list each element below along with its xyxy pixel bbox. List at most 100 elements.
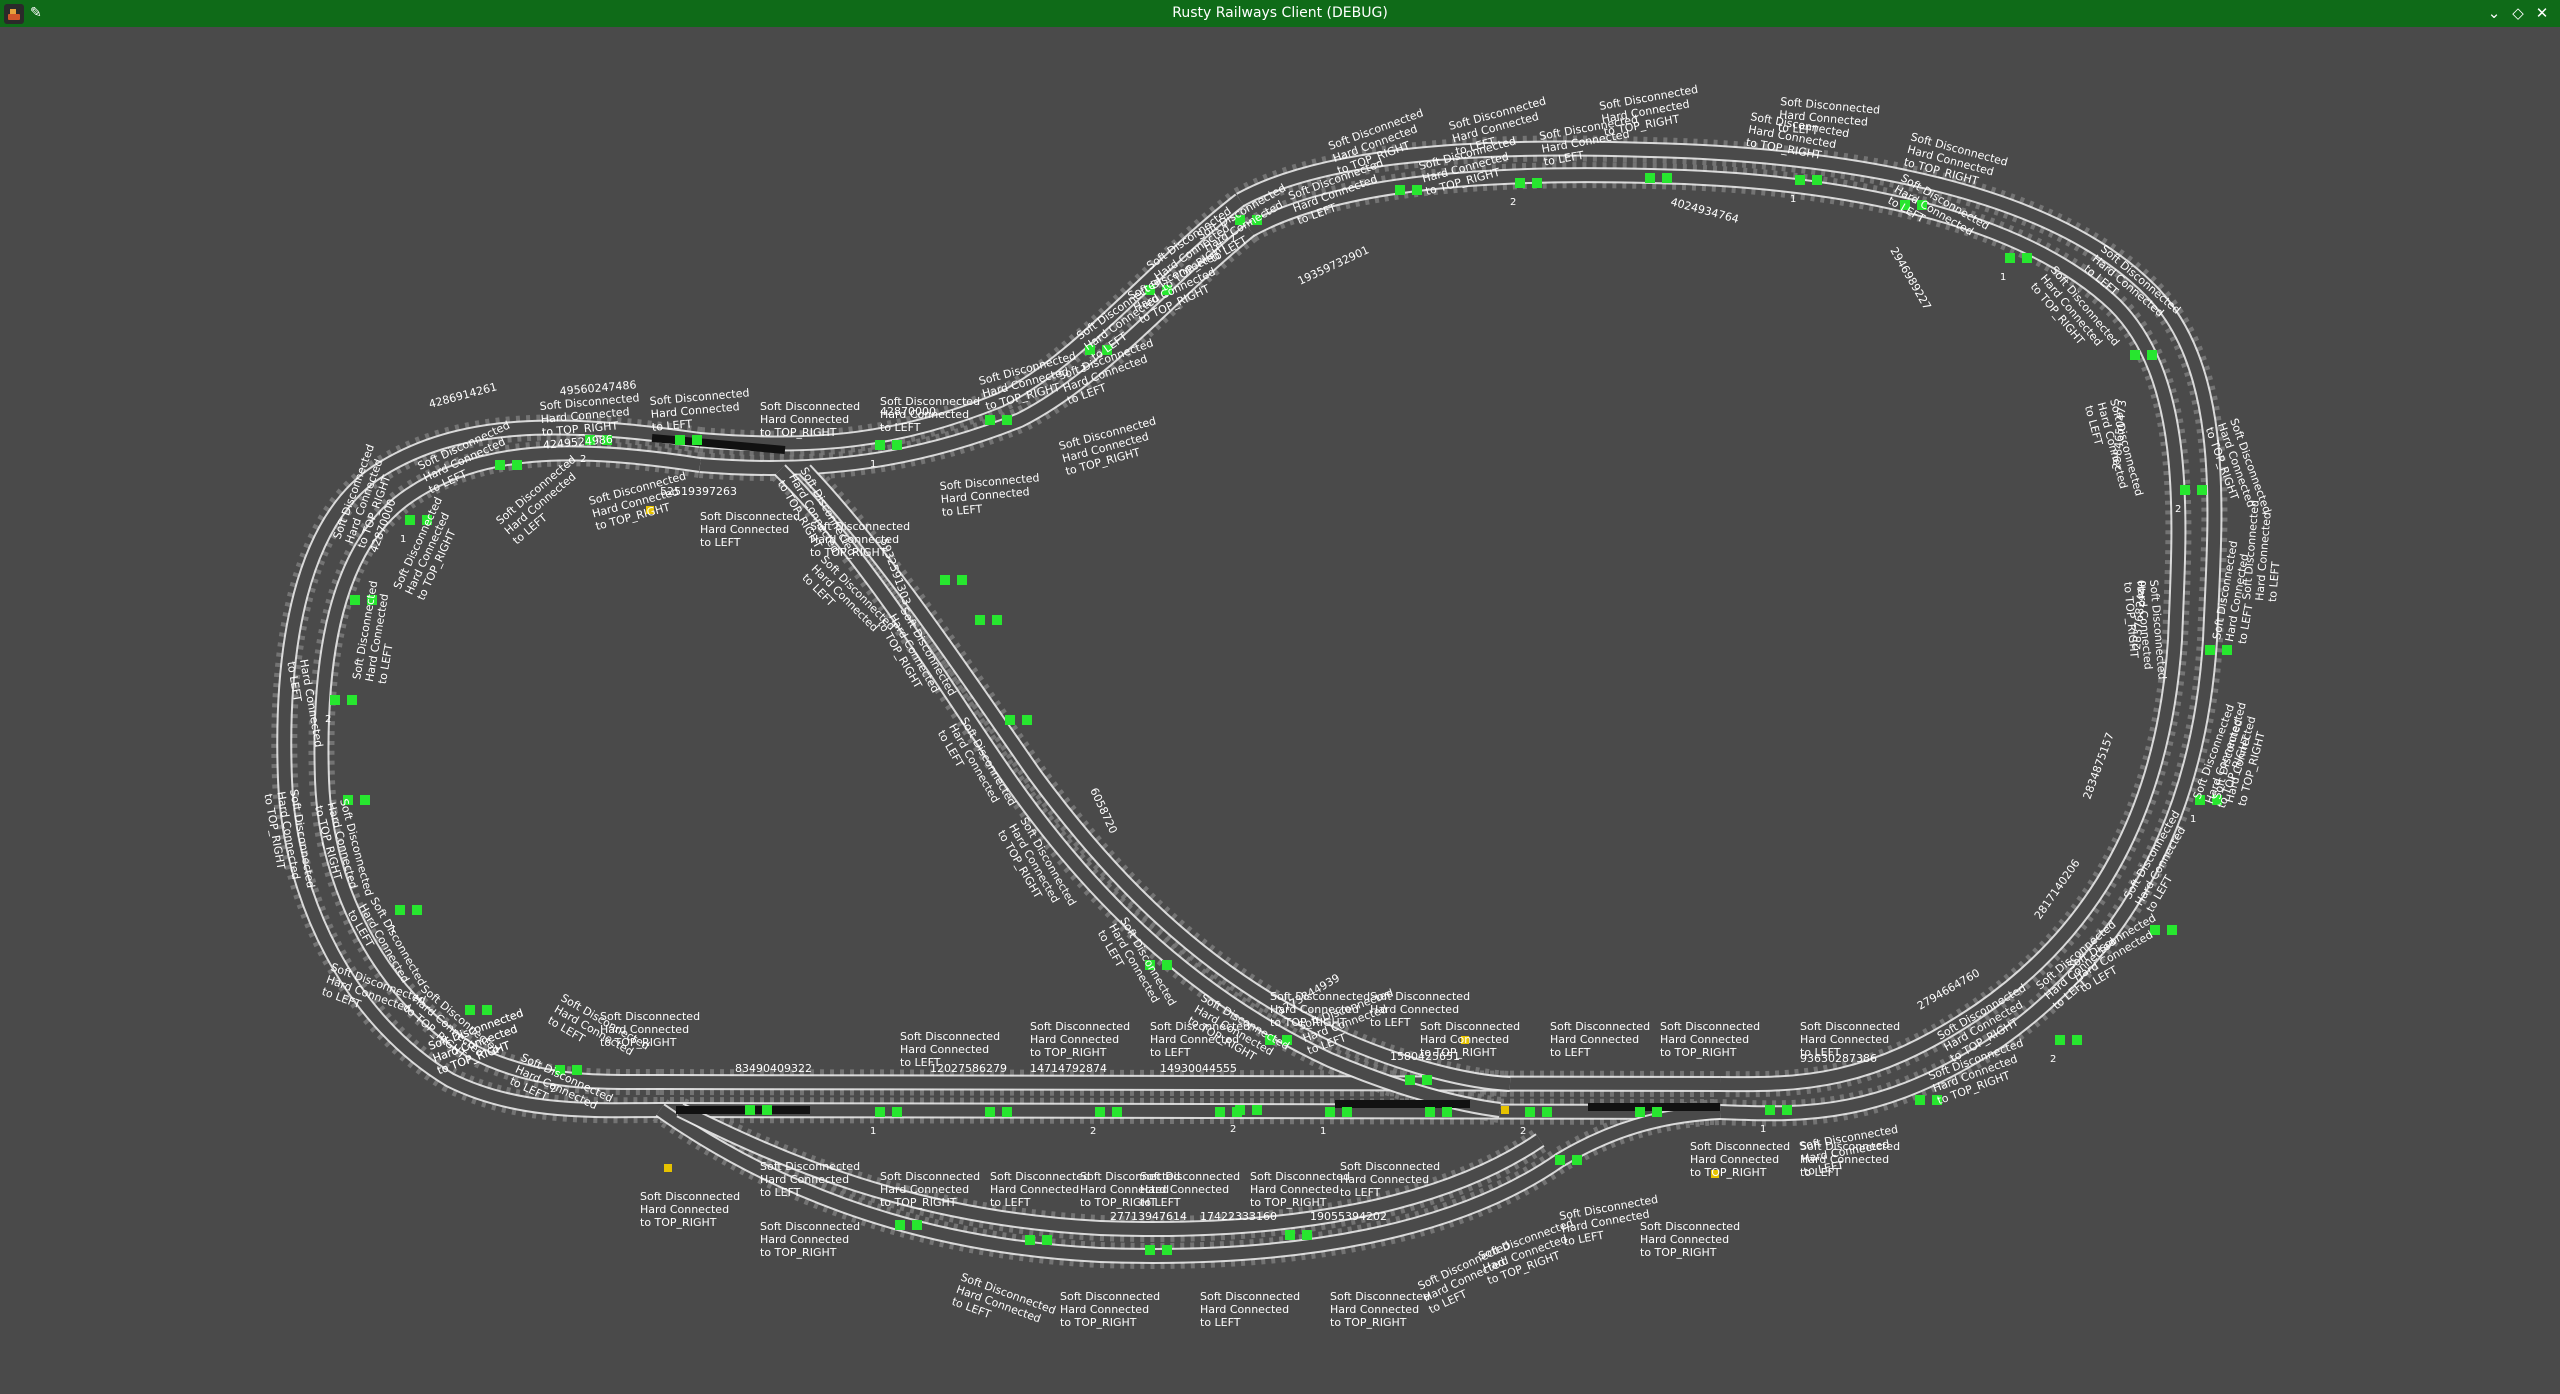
close-button[interactable]: ✕ xyxy=(2532,3,2552,23)
track-number-16: 1 xyxy=(1230,234,1236,245)
track-number-17: 2 xyxy=(1510,197,1516,208)
signal-pair-8 xyxy=(1782,1105,1792,1115)
signal-13 xyxy=(1215,1107,1225,1117)
connection-label-line: to LEFT xyxy=(1150,1046,1191,1059)
chevron-down-icon: ⌄ xyxy=(2487,4,2501,22)
window-titlebar: ✎ Rusty Railways Client (DEBUG) ⌄ ◇ ✕ xyxy=(0,0,2560,27)
connection-label-line: to TOP_RIGHT xyxy=(1060,1316,1137,1329)
connection-label-l44: Soft Disconnected Hard Connected to TOP_RI… xyxy=(760,1220,860,1259)
connection-label-line: to TOP_RIGHT xyxy=(880,1196,957,1209)
signal-pair-40 xyxy=(1162,1245,1172,1255)
track-number-0: 1 xyxy=(2000,272,2006,283)
connection-label-line: Hard Connected xyxy=(1150,1033,1239,1046)
connection-label-l52: Soft Disconnected Hard Connected to TOP_RI… xyxy=(1690,1140,1790,1179)
connection-label-l85: Soft Disconnected Hard Connected to LEFT xyxy=(990,1170,1090,1209)
connection-label-line: Soft Disconnected xyxy=(640,1190,740,1203)
track-number-13: 2 xyxy=(580,454,586,465)
signal-15 xyxy=(985,1107,995,1117)
block-id-h: 14930044555 xyxy=(1160,1062,1237,1075)
connection-label-l40: Soft Disconnected Hard Connected to TOP_RI… xyxy=(1030,1020,1130,1059)
connection-label-l81: Soft DisconnectedHard Connectedto LEFT xyxy=(546,991,652,1075)
signal-42 xyxy=(895,1220,905,1230)
connection-label-line: Hard Connected xyxy=(1800,1033,1889,1046)
track-number-3: 2 xyxy=(2050,1054,2056,1065)
block-id-k: 27713947614 xyxy=(1110,1210,1187,1223)
signal-pair-35 xyxy=(1662,173,1672,183)
connection-label-l90: Soft Disconnected Hard Connected to TOP_RI… xyxy=(1640,1220,1740,1259)
signal-pair-39 xyxy=(1302,1230,1312,1240)
connection-label-line: Soft Disconnected xyxy=(1640,1220,1740,1233)
signal-pair-25 xyxy=(512,460,522,470)
connection-label-line: Soft Disconnected xyxy=(1140,1170,1240,1183)
signal-25 xyxy=(495,460,505,470)
pin-icon[interactable]: ✎ xyxy=(30,3,46,23)
connection-label-line: Soft Disconnected xyxy=(760,1220,860,1233)
connection-label-line: Hard Connected xyxy=(990,1183,1079,1196)
block-id-s: 2834875157 xyxy=(2081,731,2117,801)
connection-label-line: Hard Connected xyxy=(1370,1003,1459,1016)
connection-label-line: Hard Connected xyxy=(1550,1033,1639,1046)
connection-label-line: to TOP_RIGHT xyxy=(1270,1016,1347,1029)
minimize-button[interactable]: ⌄ xyxy=(2484,3,2504,23)
signal-1 xyxy=(2130,350,2140,360)
signal-41 xyxy=(1025,1235,1035,1245)
track-rail-gap-1 xyxy=(1247,169,2185,1091)
rail-layout-canvas[interactable]: Soft DisconnectedHard Connectedto TOP_RI… xyxy=(0,27,2560,1394)
signal-pair-33 xyxy=(1412,185,1422,195)
track-number-7: 2 xyxy=(1090,1126,1096,1137)
track-number-19: 2 xyxy=(1230,1124,1236,1135)
signal-28 xyxy=(875,440,885,450)
connection-label-line: to LEFT xyxy=(941,502,983,519)
connection-label-line: to LEFT xyxy=(1200,1316,1241,1329)
connection-label-line: to TOP_RIGHT xyxy=(1640,1246,1717,1259)
signal-pair-21 xyxy=(360,795,370,805)
connection-label-l91: Soft DisconnectedHard Connectedto LEFT xyxy=(1798,1123,1903,1179)
signal-pair-48 xyxy=(1422,1075,1432,1085)
signal-pair-6 xyxy=(2072,1035,2082,1045)
connection-label-l71: Soft Disconnected Hard Connected to LEFT xyxy=(700,510,800,549)
block-id-e: 83490409322 xyxy=(735,1062,812,1075)
block-id-i: 1580425651 xyxy=(1390,1050,1460,1063)
signal-39 xyxy=(1285,1230,1295,1240)
signal-pair-27 xyxy=(692,435,702,445)
track-number-8: 1 xyxy=(870,1126,876,1137)
block-id-l: 17422333160 xyxy=(1200,1210,1277,1223)
connection-label-l8: Soft DisconnectedHard Connectedto LEFT xyxy=(649,386,752,434)
signal-pair-41 xyxy=(1042,1235,1052,1245)
signal-49 xyxy=(1555,1155,1565,1165)
app-icon[interactable] xyxy=(4,4,24,24)
track-rail-gap-7 xyxy=(659,1076,1721,1090)
connection-label-line: to LEFT xyxy=(1340,1186,1381,1199)
block-id-m: 19055394202 xyxy=(1310,1210,1387,1223)
signal-pair-14 xyxy=(1112,1107,1122,1117)
maximize-button[interactable]: ◇ xyxy=(2508,3,2528,23)
track-number-9: 2 xyxy=(550,1084,556,1095)
connection-label-l88: Soft Disconnected Hard Connected to TOP_RI… xyxy=(1250,1170,1350,1209)
connection-label-l87: Soft Disconnected Hard Connected to LEFT xyxy=(1140,1170,1240,1209)
connection-label-line: Soft Disconnected xyxy=(1250,1170,1350,1183)
signal-17 xyxy=(745,1105,755,1115)
connection-label-line: Hard Connected xyxy=(1030,1033,1119,1046)
connection-label-line: Soft Disconnected xyxy=(1150,1020,1250,1033)
signal-pair-2 xyxy=(2197,485,2207,495)
signal-3 xyxy=(2205,645,2215,655)
close-icon: ✕ xyxy=(2535,4,2549,22)
connection-label-line: Soft Disconnected xyxy=(990,1170,1090,1183)
signal-16 xyxy=(875,1107,885,1117)
block-id-n: 19359732901 xyxy=(1296,243,1371,287)
connection-label-line: Soft Disconnected xyxy=(1550,1020,1650,1033)
block-ids: 4286914261 495602474865251939726342870000… xyxy=(427,195,2149,1223)
connection-label-line: Soft Disconnected xyxy=(1060,1290,1160,1303)
connection-label-line: Hard Connected xyxy=(1690,1153,1779,1166)
connection-label-line: Soft Disconnected xyxy=(1420,1020,1520,1033)
signal-pair-15 xyxy=(1002,1107,1012,1117)
signal-pair-0 xyxy=(2022,253,2032,263)
connection-label-l57: Soft DisconnectedHard Connectedto LEFT xyxy=(2240,499,2288,602)
window-title: Rusty Railways Client (DEBUG) xyxy=(1172,5,1388,21)
track-number-18: 1 xyxy=(1790,194,1796,205)
connection-label-line: to TOP_RIGHT xyxy=(1250,1196,1327,1209)
signal-9 xyxy=(1635,1107,1645,1117)
connection-label-line: Hard Connected xyxy=(640,1203,729,1216)
signal-48 xyxy=(1405,1075,1415,1085)
signal-pair-19 xyxy=(482,1005,492,1015)
